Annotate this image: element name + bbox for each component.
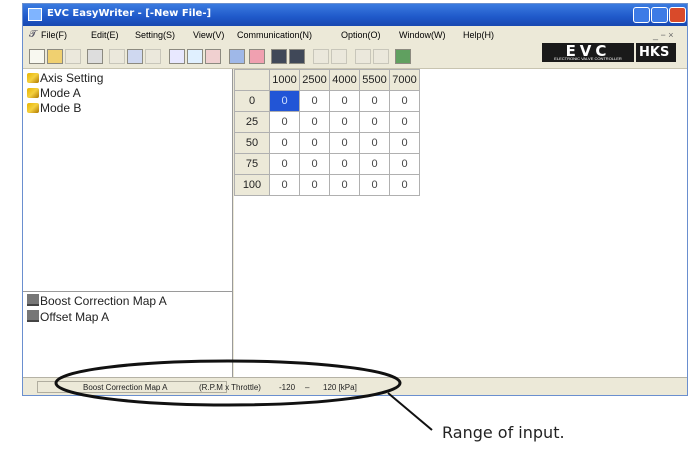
annotation-text: Range of input. [442, 423, 565, 442]
callout-ellipse [54, 359, 402, 407]
callout-overlay [54, 359, 433, 431]
callout-line [387, 392, 433, 431]
